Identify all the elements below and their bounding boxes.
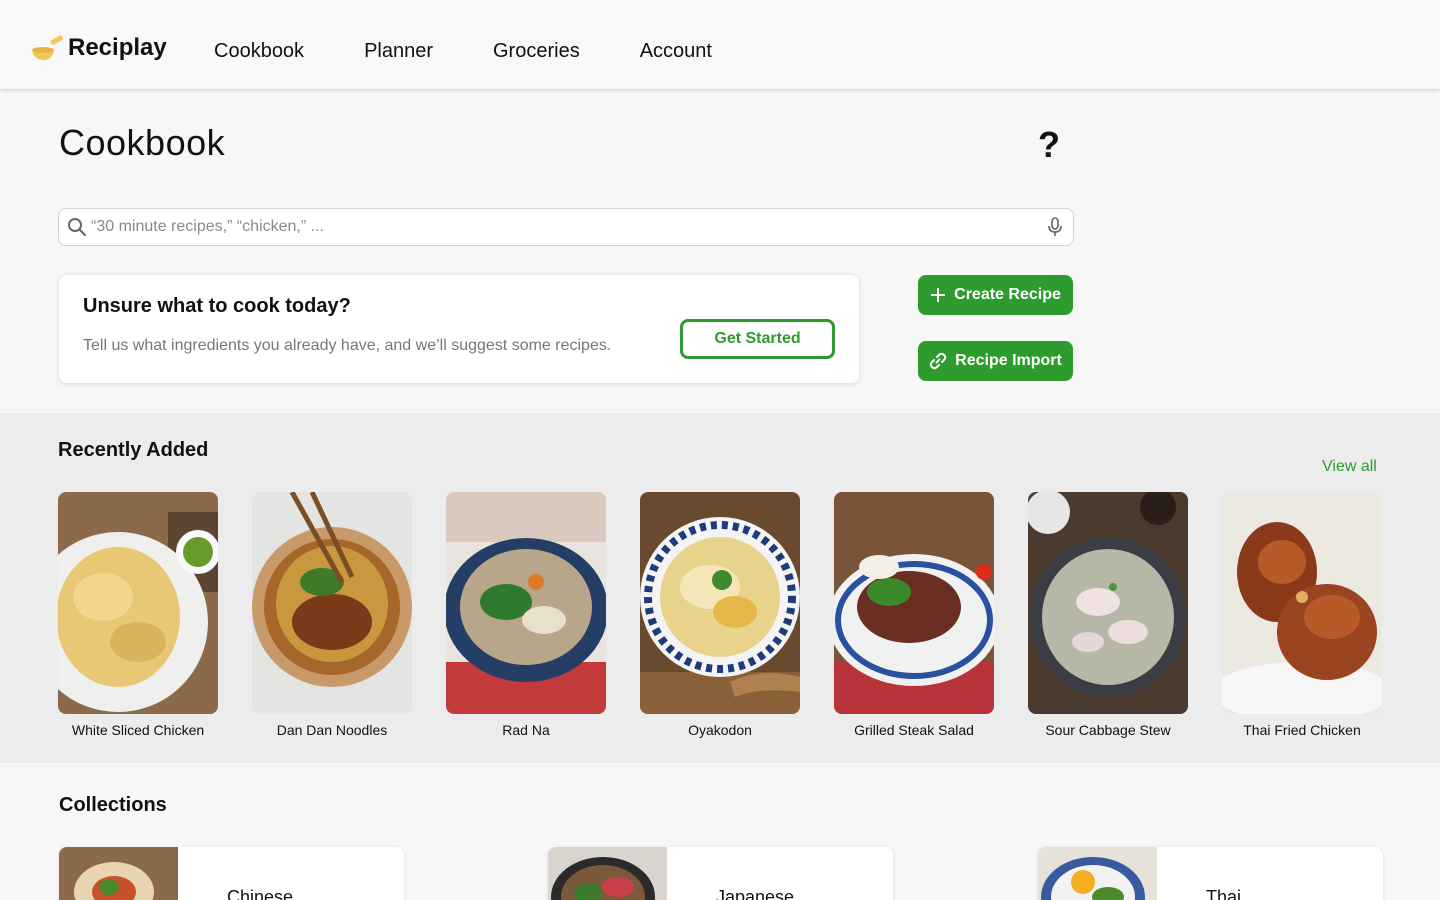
recipe-name: Sour Cabbage Stew	[1045, 722, 1171, 738]
collection-image	[548, 847, 667, 900]
link-icon	[929, 352, 947, 370]
collection-name: Thai	[1206, 887, 1242, 900]
recipe-image	[1222, 492, 1382, 714]
collections-title: Collections	[59, 794, 167, 816]
recipe-card[interactable]: Sour Cabbage Stew	[1028, 492, 1188, 738]
suggestion-card: Unsure what to cook today? Tell us what …	[59, 275, 859, 383]
recipe-image	[446, 492, 606, 714]
recipe-image	[834, 492, 994, 714]
collection-card-chinese[interactable]: Chinese	[59, 847, 404, 900]
recipe-name: Thai Fried Chicken	[1243, 722, 1361, 738]
search-input[interactable]	[87, 209, 1045, 245]
search-bar	[58, 208, 1074, 246]
recipe-image	[640, 492, 800, 714]
suggestion-title: Unsure what to cook today?	[83, 295, 351, 317]
nav-item-planner[interactable]: Planner	[364, 40, 433, 63]
create-recipe-label: Create Recipe	[954, 286, 1061, 303]
recipe-card[interactable]: Dan Dan Noodles	[252, 492, 412, 738]
main-nav: Cookbook Planner Groceries Account	[214, 40, 712, 63]
recipe-image	[58, 492, 218, 714]
recipe-card[interactable]: White Sliced Chicken	[58, 492, 218, 738]
suggestion-text: Tell us what ingredients you already hav…	[83, 337, 612, 354]
collection-image	[1038, 847, 1157, 900]
get-started-button[interactable]: Get Started	[680, 319, 835, 359]
view-all-link[interactable]: View all	[1322, 458, 1377, 476]
collection-card-thai[interactable]: Thai	[1038, 847, 1383, 900]
search-icon	[67, 217, 87, 237]
recipe-name: Rad Na	[502, 722, 550, 738]
recipe-import-label: Recipe Import	[955, 352, 1062, 369]
create-recipe-button[interactable]: Create Recipe	[918, 275, 1073, 315]
page-title: Cookbook	[59, 122, 226, 163]
nav-item-cookbook[interactable]: Cookbook	[214, 40, 304, 63]
plus-icon	[931, 288, 946, 302]
recipe-name: Oyakodon	[688, 722, 752, 738]
brand-name: Reciplay	[68, 34, 167, 61]
recipe-card[interactable]: Rad Na	[446, 492, 606, 738]
recipe-card[interactable]: Grilled Steak Salad	[834, 492, 994, 738]
recently-added-title: Recently Added	[58, 439, 209, 461]
microphone-icon[interactable]	[1045, 216, 1065, 238]
recipe-image	[1028, 492, 1188, 714]
recipe-card[interactable]: Oyakodon	[640, 492, 800, 738]
recipe-name: Dan Dan Noodles	[276, 722, 388, 738]
recipe-image	[252, 492, 412, 714]
pan-icon	[30, 34, 64, 62]
brand-logo[interactable]: Reciplay	[30, 34, 167, 62]
nav-item-groceries[interactable]: Groceries	[493, 40, 580, 63]
recipe-card[interactable]: Thai Fried Chicken	[1222, 492, 1382, 738]
recipe-name: White Sliced Chicken	[71, 722, 205, 738]
recipe-import-button[interactable]: Recipe Import	[918, 341, 1073, 381]
collection-image	[59, 847, 178, 900]
nav-item-account[interactable]: Account	[640, 40, 712, 63]
help-button[interactable]: ?	[1038, 124, 1060, 166]
collection-name: Japanese	[716, 887, 795, 900]
collection-name: Chinese	[227, 887, 294, 900]
top-navigation-bar: Reciplay Cookbook Planner Groceries Acco…	[0, 0, 1440, 89]
collection-card-japanese[interactable]: Japanese	[548, 847, 893, 900]
recipe-name: Grilled Steak Salad	[854, 722, 974, 738]
